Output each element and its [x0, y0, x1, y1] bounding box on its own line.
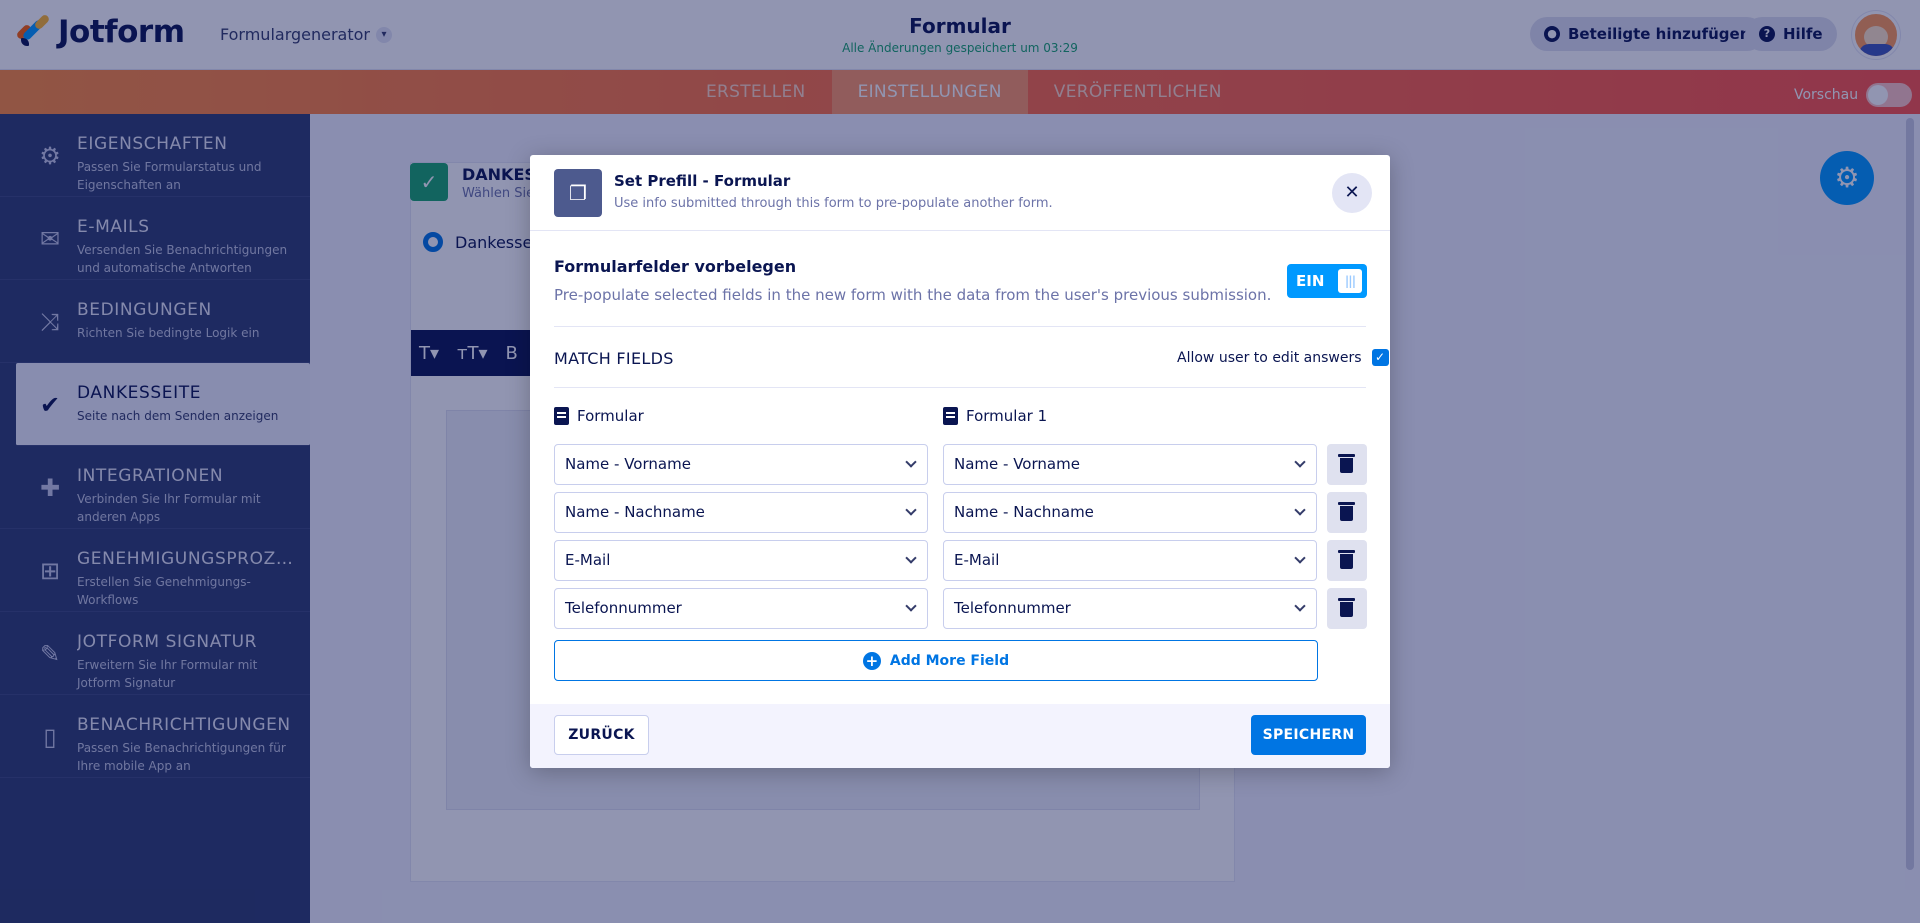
source-field-select[interactable]: Name - Vorname — [554, 444, 928, 485]
divider — [554, 326, 1366, 327]
source-form-label: Formular — [577, 407, 644, 425]
plus-circle-icon: + — [862, 651, 881, 670]
section-title: Formularfelder vorbelegen — [554, 257, 797, 276]
delete-row-button[interactable] — [1327, 588, 1367, 629]
match-fields-heading: MATCH FIELDS — [554, 349, 674, 368]
delete-row-button[interactable] — [1327, 540, 1367, 581]
target-field-select[interactable]: Name - Vorname — [943, 444, 1317, 485]
source-field-value: E-Mail — [565, 551, 611, 569]
chevron-down-icon — [1294, 456, 1306, 468]
source-form-header: Formular — [554, 407, 644, 425]
toggle-label: EIN — [1296, 272, 1325, 290]
prefill-modal: ❐ Set Prefill - Formular Use info submit… — [530, 155, 1390, 768]
chevron-down-icon — [905, 504, 917, 516]
trash-icon — [1340, 506, 1353, 521]
chevron-down-icon — [1294, 552, 1306, 564]
source-field-value: Name - Nachname — [565, 503, 705, 521]
target-form-label: Formular 1 — [966, 407, 1048, 425]
target-field-value: Name - Nachname — [954, 503, 1094, 521]
close-icon[interactable]: ✕ — [1332, 173, 1372, 213]
trash-icon — [1340, 458, 1353, 473]
prefill-toggle[interactable]: EIN ||| — [1287, 264, 1367, 298]
target-field-value: Name - Vorname — [954, 455, 1080, 473]
target-field-select[interactable]: Telefonnummer — [943, 588, 1317, 629]
toggle-knob: ||| — [1338, 269, 1362, 293]
delete-row-button[interactable] — [1327, 444, 1367, 485]
target-field-value: Telefonnummer — [954, 599, 1071, 617]
target-field-select[interactable]: E-Mail — [943, 540, 1317, 581]
allow-edit-label: Allow user to edit answers — [1177, 349, 1362, 366]
chevron-down-icon — [1294, 504, 1306, 516]
prefill-icon: ❐ — [554, 169, 602, 217]
allow-edit-checkbox[interactable]: ✓ — [1371, 349, 1389, 366]
source-field-select[interactable]: E-Mail — [554, 540, 928, 581]
trash-icon — [1340, 554, 1353, 569]
source-field-select[interactable]: Name - Nachname — [554, 492, 928, 533]
source-field-select[interactable]: Telefonnummer — [554, 588, 928, 629]
target-form-header: Formular 1 — [943, 407, 1047, 425]
chevron-down-icon — [1294, 600, 1306, 612]
chevron-down-icon — [905, 456, 917, 468]
source-field-value: Telefonnummer — [565, 599, 682, 617]
modal-footer: ZURÜCK SPEICHERN — [530, 704, 1390, 768]
modal-subtitle: Use info submitted through this form to … — [614, 196, 1053, 211]
section-description: Pre-populate selected fields in the new … — [554, 286, 1272, 304]
target-field-value: E-Mail — [954, 551, 1000, 569]
trash-icon — [1340, 602, 1353, 617]
modal-title: Set Prefill - Formular — [614, 172, 791, 190]
allow-edit-option[interactable]: Allow user to edit answers ✓ — [1177, 349, 1389, 366]
add-more-field-button[interactable]: + Add More Field — [554, 640, 1318, 681]
chevron-down-icon — [905, 600, 917, 612]
delete-row-button[interactable] — [1327, 492, 1367, 533]
chevron-down-icon — [905, 552, 917, 564]
target-field-select[interactable]: Name - Nachname — [943, 492, 1317, 533]
back-button[interactable]: ZURÜCK — [554, 715, 649, 755]
document-icon — [554, 407, 569, 425]
add-more-label: Add More Field — [889, 652, 1010, 669]
source-field-value: Name - Vorname — [565, 455, 691, 473]
divider — [554, 387, 1366, 388]
document-icon — [943, 407, 958, 425]
modal-header: ❐ Set Prefill - Formular Use info submit… — [530, 155, 1390, 231]
save-button[interactable]: SPEICHERN — [1251, 715, 1366, 755]
